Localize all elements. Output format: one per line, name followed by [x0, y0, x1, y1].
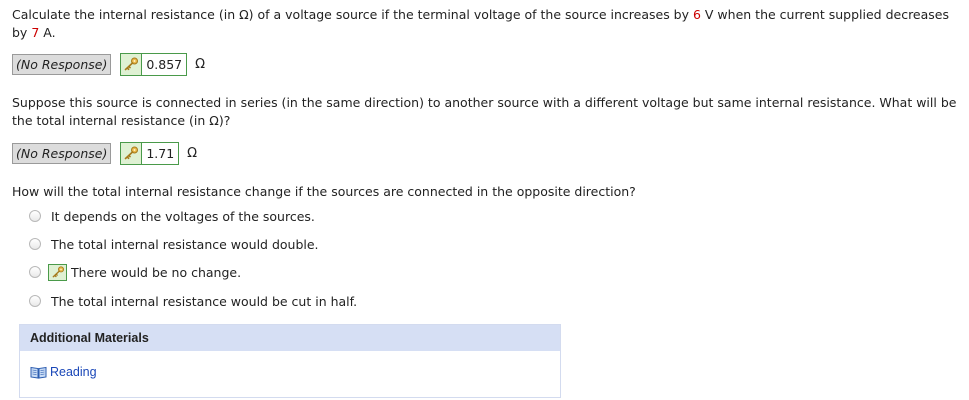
question-2-text: Suppose this source is connected in seri…: [12, 95, 957, 128]
question-1-text: Calculate the internal resistance (in Ω)…: [12, 6, 959, 42]
option-label: The total internal resistance would be c…: [51, 293, 358, 309]
key-icon: [121, 53, 143, 75]
question-2-response-row: (No Response) 1.71 Ω: [12, 141, 197, 165]
key-icon: [121, 142, 143, 164]
radio-button[interactable]: [29, 210, 41, 222]
question-1-response-row: (No Response) 0.857 Ω: [12, 52, 205, 76]
unit-label: Ω: [195, 56, 206, 72]
option-row[interactable]: It depends on the voltages of the source…: [29, 206, 315, 226]
option-row[interactable]: The total internal resistance would be c…: [29, 291, 357, 311]
voltage-value: 6: [692, 7, 701, 22]
option-label: There would be no change.: [71, 264, 242, 280]
option-row[interactable]: There would be no change.: [29, 262, 241, 282]
question-1-text-part: A.: [39, 25, 56, 40]
question-3-text: How will the total internal resistance c…: [12, 184, 636, 199]
radio-button[interactable]: [29, 266, 41, 278]
book-icon: [30, 366, 47, 379]
answer-value: 0.857: [146, 56, 183, 72]
answer-value: 1.71: [146, 145, 175, 161]
key-icon: [48, 263, 67, 281]
question-1-text-part: Calculate the internal resistance (in Ω)…: [12, 7, 693, 22]
option-label: It depends on the voltages of the source…: [51, 208, 315, 224]
option-row[interactable]: The total internal resistance would doub…: [29, 234, 319, 254]
answer-box[interactable]: 0.857: [120, 52, 188, 76]
no-response-badge[interactable]: (No Response): [12, 53, 112, 75]
no-response-badge[interactable]: (No Response): [12, 142, 112, 164]
additional-materials-title: Additional Materials: [20, 325, 560, 351]
additional-materials-panel: Additional Materials Reading: [19, 324, 561, 398]
answer-box[interactable]: 1.71: [120, 141, 180, 165]
option-label: The total internal resistance would doub…: [51, 236, 319, 252]
reading-link-label[interactable]: Reading: [50, 365, 97, 379]
radio-button[interactable]: [29, 295, 41, 307]
reading-link[interactable]: Reading: [30, 365, 97, 379]
radio-button[interactable]: [29, 238, 41, 250]
unit-label: Ω: [187, 145, 198, 161]
